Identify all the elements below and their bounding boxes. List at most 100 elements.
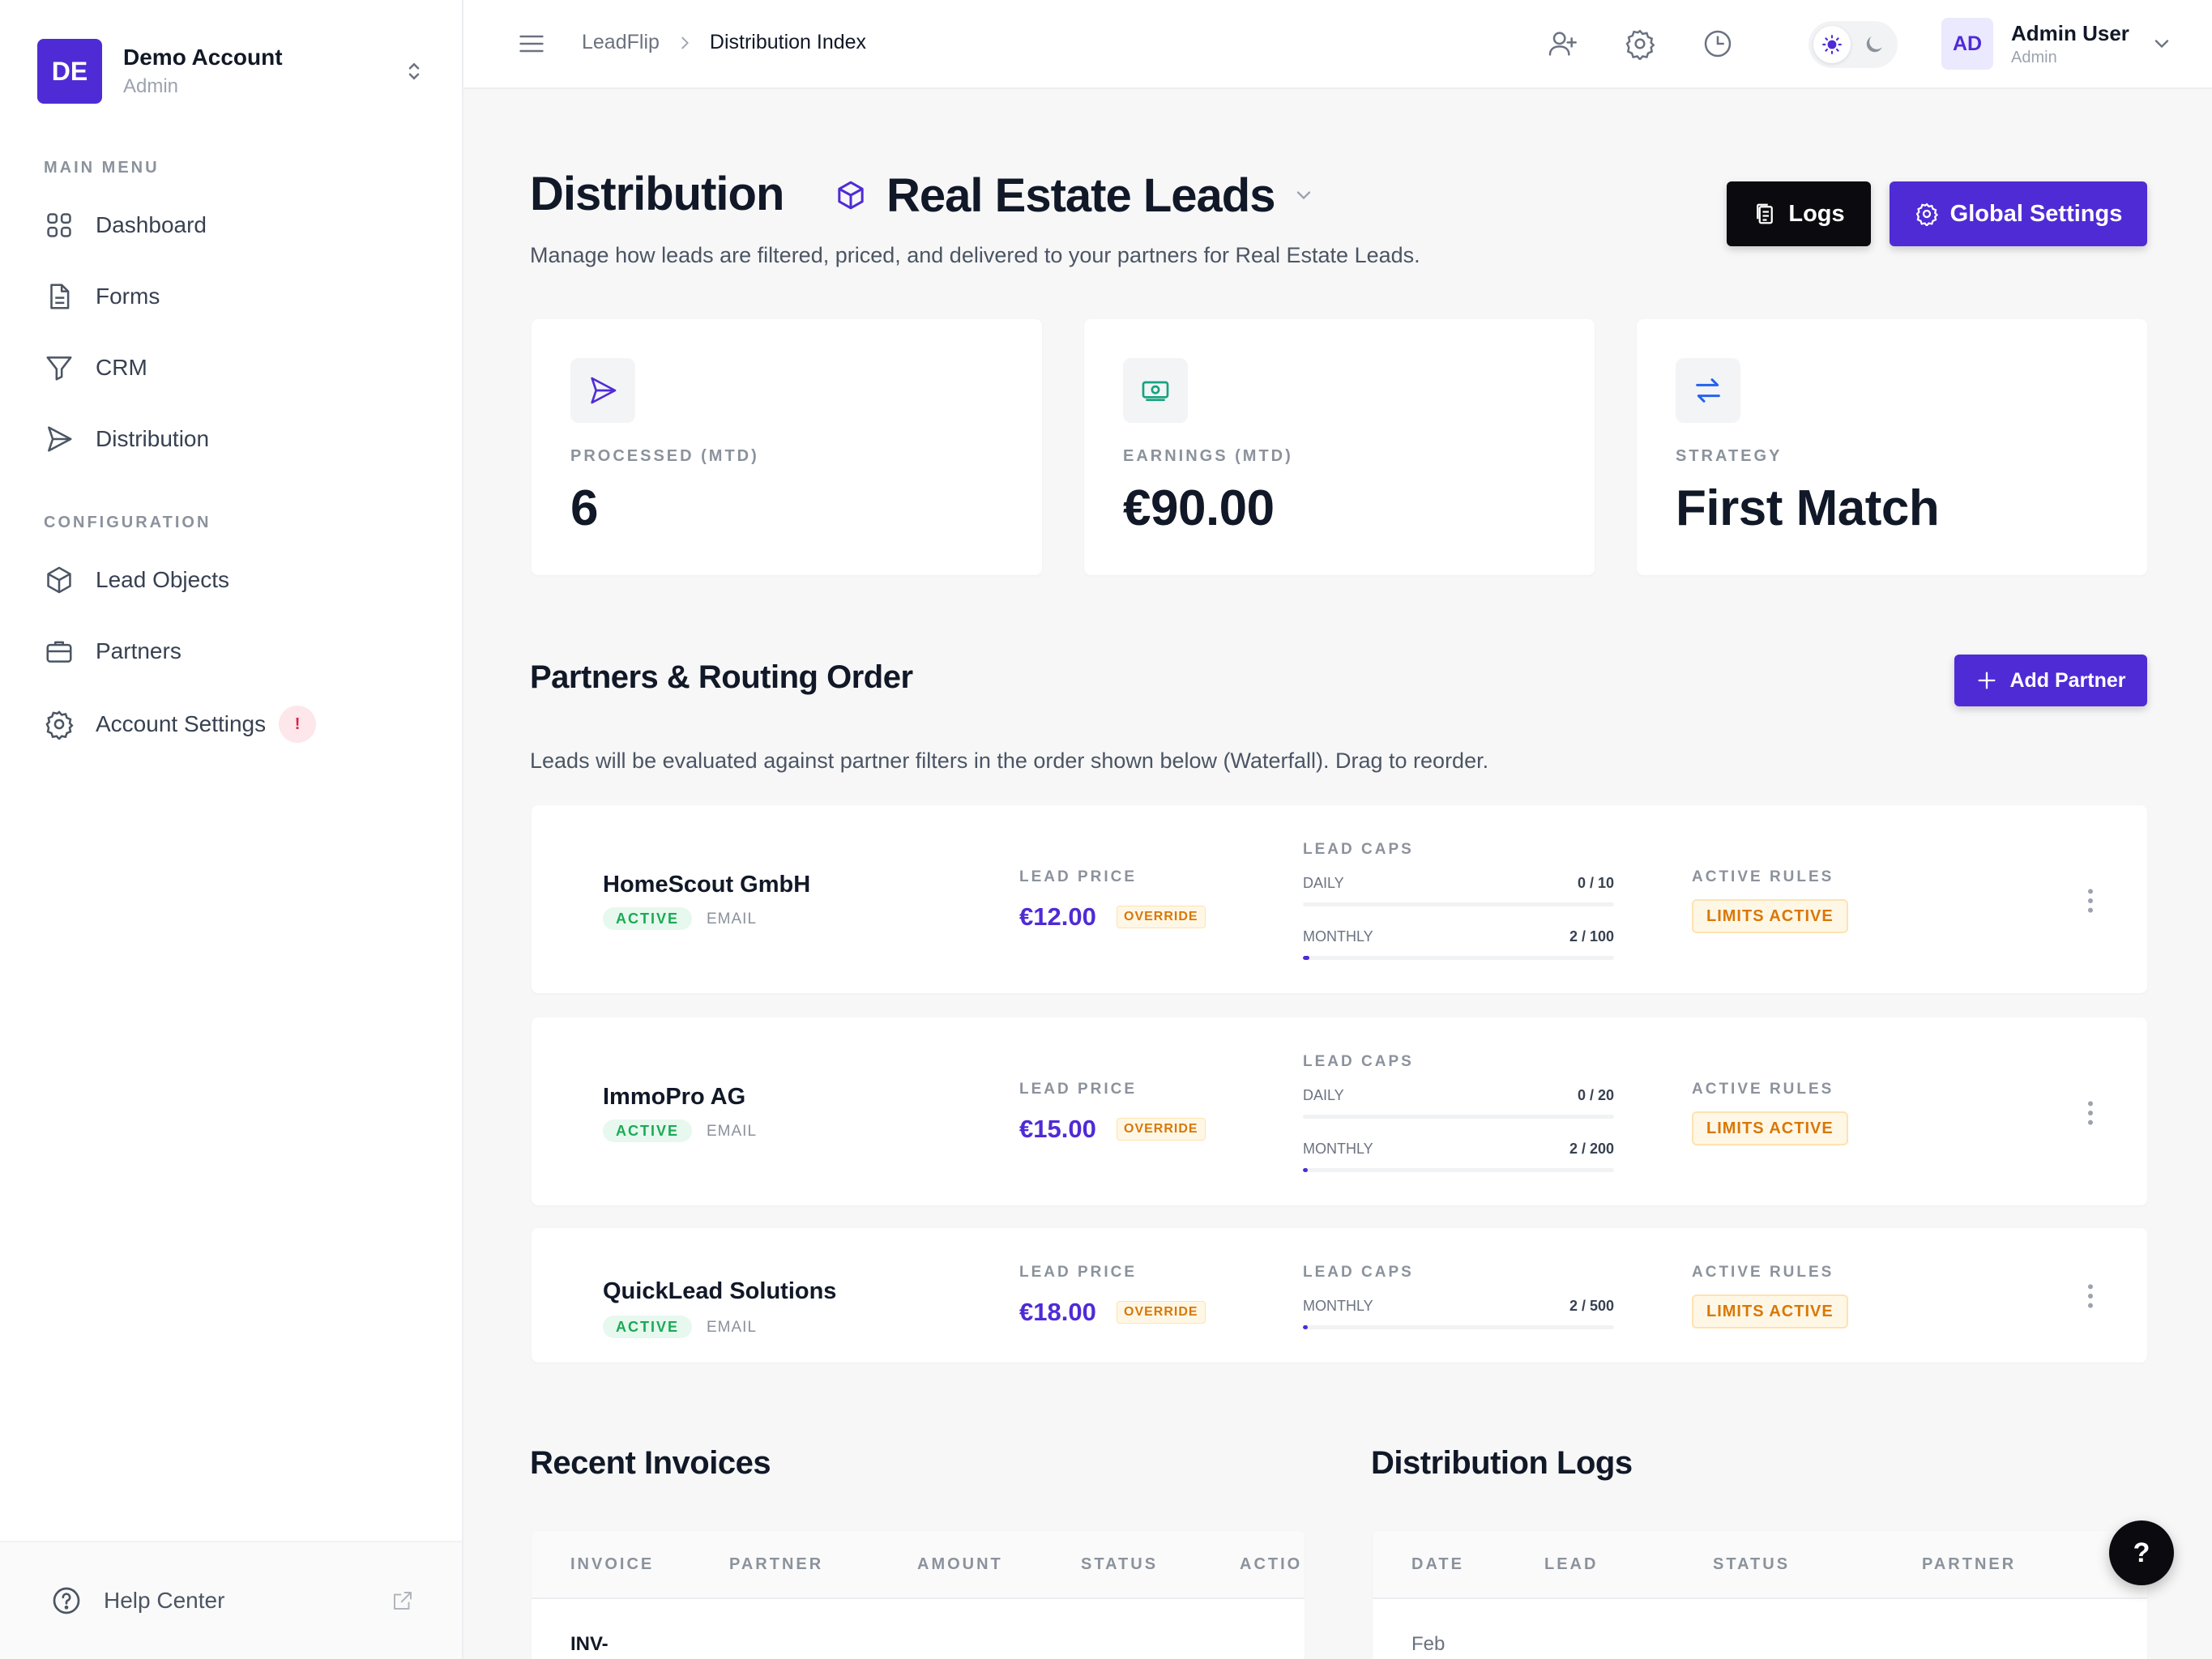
lead-object-selector[interactable]: Real Estate Leads: [835, 167, 1315, 224]
breadcrumb-root[interactable]: LeadFlip: [582, 31, 660, 54]
table-header: INVOICE PARTNER AMOUNT STATUS ACTIO: [532, 1531, 1305, 1599]
sidebar-item-crm[interactable]: CRM: [44, 345, 433, 390]
table-cell[interactable]: Feb: [1411, 1633, 1445, 1656]
external-link-icon: [391, 1589, 415, 1613]
moon-icon: [1862, 32, 1886, 57]
column-header[interactable]: PARTNER: [1922, 1555, 2016, 1574]
help-fab-button[interactable]: ?: [2109, 1520, 2174, 1585]
cap-progress-track: [1303, 1115, 1614, 1119]
grid-icon: [44, 210, 75, 241]
sidebar-item-forms[interactable]: Forms: [44, 274, 433, 319]
kebab-menu-icon[interactable]: [2082, 1097, 2099, 1129]
chevron-right-icon: [676, 34, 694, 52]
sidebar-item-lead-objects[interactable]: Lead Objects: [44, 557, 433, 603]
column-header[interactable]: AMOUNT: [917, 1555, 1003, 1574]
status-badge: ACTIVE: [603, 1316, 693, 1338]
sidebar-item-partners[interactable]: Partners: [44, 629, 433, 674]
cap-name: MONTHLY: [1303, 1141, 1373, 1157]
sidebar-item-label: Lead Objects: [96, 567, 229, 592]
sidebar-item-account-settings[interactable]: Account Settings !: [44, 702, 433, 747]
limits-active-badge: LIMITS ACTIVE: [1692, 1294, 1848, 1328]
column-header[interactable]: LEAD: [1544, 1555, 1598, 1574]
clock-icon[interactable]: [1702, 28, 1734, 60]
global-settings-button[interactable]: Global Settings: [1890, 181, 2147, 246]
theme-toggle[interactable]: [1808, 21, 1898, 68]
recent-invoices-title: Recent Invoices: [530, 1445, 771, 1481]
hamburger-menu-icon[interactable]: [517, 29, 546, 58]
column-header[interactable]: STATUS: [1713, 1555, 1790, 1574]
cap-name: DAILY: [1303, 1087, 1344, 1103]
user-avatar[interactable]: AD: [1941, 18, 1993, 70]
limits-active-badge: LIMITS ACTIVE: [1692, 899, 1848, 933]
configuration-title: CONFIGURATION: [44, 514, 211, 531]
lead-price-value: €18.00: [1019, 1298, 1096, 1326]
column-header[interactable]: INVOICE: [570, 1555, 654, 1574]
sidebar-item-dashboard[interactable]: Dashboard: [44, 203, 433, 248]
user-name[interactable]: Admin User: [2011, 21, 2129, 46]
lead-price-value: €15.00: [1019, 1115, 1096, 1143]
topbar: LeadFlip Distribution Index AD Admin Use…: [463, 0, 2212, 89]
sidebar-item-distribution[interactable]: Distribution: [44, 416, 433, 462]
limits-active-badge: LIMITS ACTIVE: [1692, 1111, 1848, 1145]
cube-icon: [835, 179, 867, 211]
column-header[interactable]: PARTNER: [729, 1555, 823, 1574]
cap-progress-track: [1303, 1325, 1614, 1329]
settings-icon[interactable]: [1624, 28, 1656, 60]
account-switcher[interactable]: DE Demo Account Admin: [37, 39, 426, 104]
cap-value: 2 / 500: [1569, 1298, 1614, 1314]
send-icon: [587, 374, 619, 407]
breadcrumb-current: Distribution Index: [709, 31, 867, 53]
active-rules-label: ACTIVE RULES: [1692, 1264, 1834, 1281]
logs-button[interactable]: Logs: [1727, 181, 1871, 246]
stat-card-strategy: STRATEGY First Match: [1637, 319, 2147, 575]
partner-channel: EMAIL: [707, 1123, 758, 1140]
cap-value: 0 / 20: [1577, 1087, 1614, 1103]
table-cell[interactable]: INV-: [570, 1633, 609, 1656]
add-user-icon[interactable]: [1546, 28, 1578, 60]
sidebar-item-label: Distribution: [96, 426, 210, 451]
cap-progress-fill: [1303, 956, 1309, 960]
lead-caps-label: LEAD CAPS: [1303, 1053, 1414, 1070]
sidebar: DE Demo Account Admin MAIN MENU Dashboar…: [0, 0, 463, 1659]
kebab-menu-icon[interactable]: [2082, 1280, 2099, 1312]
document-icon: [44, 281, 75, 312]
lead-object-name: Real Estate Leads: [886, 168, 1275, 222]
partners-section-title: Partners & Routing Order: [530, 659, 913, 695]
invoices-table: INVOICE PARTNER AMOUNT STATUS ACTIO INV-: [532, 1531, 1305, 1659]
chevron-down-icon[interactable]: [2150, 32, 2173, 55]
partner-channel: EMAIL: [707, 1319, 758, 1336]
cash-icon: [1139, 374, 1172, 407]
global-settings-label: Global Settings: [1949, 200, 2123, 227]
stat-label: EARNINGS (MTD): [1123, 447, 1293, 465]
lead-price-label: LEAD PRICE: [1019, 1081, 1138, 1098]
sun-icon: [1813, 26, 1851, 63]
cap-value: 2 / 100: [1569, 928, 1614, 945]
partner-card[interactable]: QuickLead Solutions ACTIVE EMAIL LEAD PR…: [532, 1228, 2147, 1363]
partners-section-description: Leads will be evaluated against partner …: [530, 748, 1489, 773]
help-center-link[interactable]: Help Center: [50, 1578, 415, 1623]
account-avatar: DE: [37, 39, 102, 104]
page-title: Distribution: [530, 168, 784, 220]
sidebar-item-label: Dashboard: [96, 212, 207, 237]
cap-progress-track: [1303, 956, 1614, 960]
partner-name: QuickLead Solutions: [603, 1278, 837, 1304]
column-header[interactable]: DATE: [1411, 1555, 1464, 1574]
cap-name: MONTHLY: [1303, 928, 1373, 945]
clipboard-icon: [1753, 202, 1777, 226]
cap-progress-track: [1303, 1168, 1614, 1172]
send-icon: [44, 424, 75, 454]
user-role: Admin: [2011, 49, 2057, 66]
column-header[interactable]: ACTIO: [1240, 1555, 1302, 1574]
lead-price-value: €12.00: [1019, 902, 1096, 931]
distribution-logs-title: Distribution Logs: [1371, 1445, 1633, 1481]
cube-icon: [44, 565, 75, 595]
add-partner-button[interactable]: Add Partner: [1954, 655, 2147, 706]
lead-price-label: LEAD PRICE: [1019, 1264, 1138, 1281]
kebab-menu-icon[interactable]: [2082, 885, 2099, 917]
partner-card[interactable]: ImmoPro AG ACTIVE EMAIL LEAD PRICE €15.0…: [532, 1017, 2147, 1205]
sidebar-item-label: Account Settings: [96, 711, 267, 736]
partner-card[interactable]: HomeScout GmbH ACTIVE EMAIL LEAD PRICE €…: [532, 805, 2147, 993]
sidebar-item-label: Forms: [96, 284, 160, 309]
status-badge: ACTIVE: [603, 1120, 693, 1142]
column-header[interactable]: STATUS: [1081, 1555, 1158, 1574]
